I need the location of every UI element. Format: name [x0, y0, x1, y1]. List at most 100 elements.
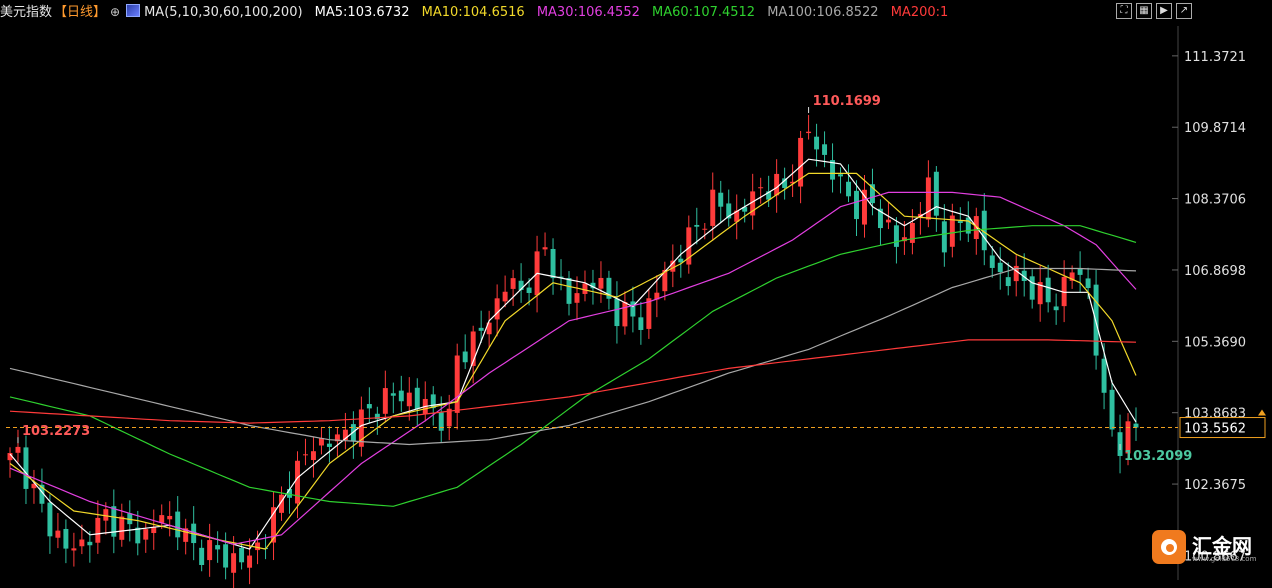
candle-body — [366, 404, 372, 409]
candle-body — [199, 547, 205, 565]
candle-body — [758, 187, 764, 189]
candle-body — [630, 301, 636, 317]
candle-body — [997, 262, 1003, 273]
candle-body — [231, 553, 237, 573]
candle-body — [390, 393, 396, 396]
ma10-label: MA10:104.6516 — [421, 5, 525, 20]
ma100-label: MA100:106.8522 — [767, 5, 879, 20]
logo-icon — [1152, 530, 1186, 564]
ma30-line — [9, 191, 1137, 545]
candle-body — [957, 221, 963, 224]
y-tick-label: 109.8714 — [1184, 121, 1246, 136]
ma-settings-label[interactable]: MA(5,10,30,60,100,200) — [144, 5, 302, 20]
candle-body — [398, 390, 404, 402]
candle-body — [838, 174, 844, 177]
candle-body — [718, 192, 724, 207]
candle-body — [494, 298, 500, 320]
candle-body — [119, 516, 125, 540]
candle-body — [909, 222, 915, 243]
candlestick-chart[interactable]: 111.3721 109.8714 108.3706 106.8698 105.3690… — [0, 0, 1272, 588]
current-price-label: 103.5562 — [1184, 422, 1246, 437]
candle-body — [79, 539, 85, 547]
price-arrow-icon — [1258, 409, 1266, 416]
symbol-title: 美元指数 — [0, 5, 53, 20]
candle-body — [885, 219, 891, 223]
candle-body — [454, 355, 460, 413]
candle-body — [806, 131, 812, 134]
replay-icon[interactable]: ▶ — [1156, 3, 1172, 19]
candle-body — [814, 136, 820, 150]
period-selector[interactable]: 【日线】 — [54, 5, 106, 20]
candle-body — [55, 530, 61, 538]
candle-body — [550, 248, 556, 279]
candle-body — [638, 317, 644, 330]
candle-body — [215, 545, 221, 550]
candle-body — [302, 454, 308, 456]
chart-header: 美元指数 【日线】 ⊕ MA(5,10,30,60,100,200) MA5:103.… — [0, 0, 1180, 24]
candle-body — [510, 278, 516, 289]
annotation-label: 110.1699 — [813, 94, 881, 109]
candle-body — [103, 509, 109, 521]
export-icon[interactable]: ↗ — [1176, 3, 1192, 19]
ma60-line — [9, 225, 1137, 507]
candle-body — [989, 255, 995, 268]
candle-body — [646, 298, 652, 329]
candle-body — [167, 515, 173, 520]
candle-body — [702, 228, 708, 230]
grid-icon[interactable]: ▦ — [1136, 3, 1152, 19]
candle-body — [63, 528, 69, 549]
y-tick-label: 111.3721 — [1184, 50, 1246, 65]
candle-body — [774, 173, 780, 196]
candle-body — [207, 540, 213, 561]
y-tick-label: 102.3675 — [1184, 478, 1246, 493]
candle-body — [175, 511, 181, 538]
candle-body — [1005, 277, 1011, 287]
fullscreen-icon[interactable]: ⛶ — [1116, 3, 1132, 19]
candle-body — [854, 190, 859, 220]
candle-body — [15, 446, 21, 453]
ma30-label: MA30:106.4552 — [536, 5, 640, 20]
ma60-label: MA60:107.4512 — [652, 5, 756, 20]
ma200-line — [9, 339, 1137, 424]
ma200-label: MA200:1 — [890, 5, 949, 20]
candle-body — [1101, 358, 1107, 393]
candle-body — [542, 247, 548, 250]
candle-body — [614, 298, 620, 327]
candle-body — [933, 171, 939, 216]
y-tick-label: 108.3706 — [1184, 193, 1246, 208]
candle-body — [406, 392, 412, 407]
candle-body — [255, 542, 261, 551]
candle-body — [566, 278, 572, 304]
ma5-label: MA5:103.6732 — [314, 5, 410, 20]
annotation-label: 103.2099 — [1124, 449, 1192, 464]
candle-body — [414, 387, 420, 410]
candle-body — [1045, 277, 1051, 303]
logo-url: www.gold678.com — [1192, 555, 1257, 563]
candle-body — [159, 515, 165, 523]
y-tick-label: 106.8698 — [1184, 264, 1246, 279]
candle-body — [462, 351, 468, 363]
gold678-logo: 汇金网 www.gold678.com — [1152, 528, 1256, 568]
candle-body — [87, 541, 93, 546]
candle-body — [47, 502, 53, 537]
window-controls: ⛶ ▦ ▶ ↗ — [1116, 3, 1192, 19]
candle-body — [1133, 423, 1139, 428]
candle-body — [622, 302, 628, 327]
candle-body — [710, 189, 716, 226]
candle-body — [310, 451, 316, 461]
candle-body — [71, 548, 77, 551]
y-tick-label: 105.3690 — [1184, 335, 1246, 350]
candle-body — [223, 544, 229, 568]
candle-body — [95, 517, 101, 543]
ma100-line — [9, 267, 1137, 446]
candle-body — [822, 144, 828, 155]
candle-body — [574, 293, 580, 303]
crosshair-icon[interactable]: ⊕ — [110, 5, 120, 19]
candle-body — [1085, 278, 1091, 288]
annotation-label: 103.2273 — [22, 424, 90, 439]
ma-settings-icon[interactable] — [126, 4, 141, 17]
candle-body — [582, 283, 588, 294]
candle-body — [526, 287, 532, 293]
candle-body — [247, 555, 253, 568]
candle-body — [893, 225, 899, 247]
